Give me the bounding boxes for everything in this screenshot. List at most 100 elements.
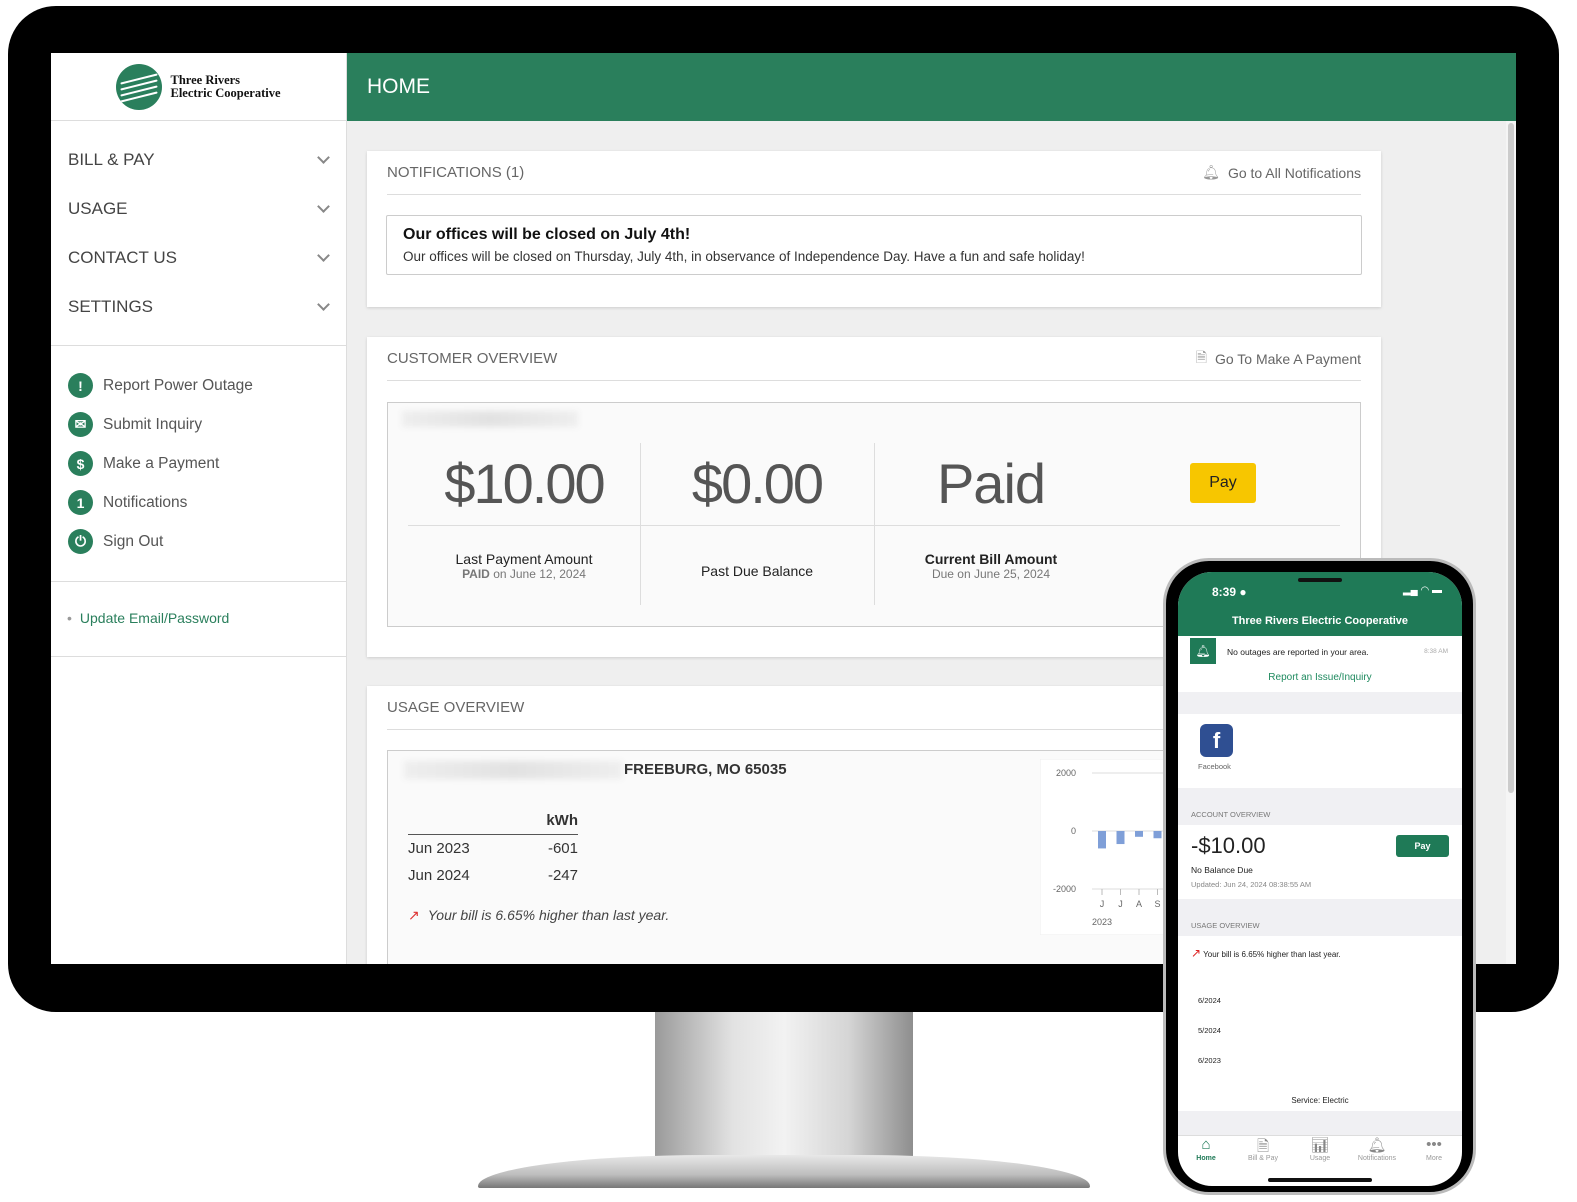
card-title: CUSTOMER OVERVIEW (387, 350, 558, 367)
logo-line2: Electric Cooperative (170, 85, 281, 100)
card-title: NOTIFICATIONS (1) (387, 164, 525, 181)
y-tick-label: 2000 (1056, 768, 1076, 778)
logo-icon (116, 63, 163, 110)
chevron-down-icon (317, 199, 330, 213)
x-tick-label: A (1136, 899, 1142, 909)
status-icons: ▂▄ ◠ ▬ (1402, 585, 1442, 596)
link-label: Make a Payment (103, 454, 220, 472)
nav-contact-us[interactable]: CONTACT US (51, 233, 346, 282)
bell-icon: 🔔︎ (1190, 638, 1216, 664)
page-title: HOME (367, 75, 430, 98)
page-header: HOME (347, 53, 1516, 121)
power-icon: ⏻ (68, 529, 93, 554)
bar (1098, 831, 1106, 849)
y-tick-label: 0 (1071, 826, 1076, 836)
last-payment: $10.00 Last Payment Amount PAID on June 12… (408, 443, 640, 603)
more-icon: ••• (1426, 1136, 1442, 1153)
nav-bill-pay[interactable]: BILL & PAY (51, 135, 346, 184)
scrollbar[interactable] (1506, 121, 1516, 964)
nav-usage[interactable]: USAGE (51, 184, 346, 233)
link-label: Sign Out (103, 532, 164, 550)
facebook-label: Facebook (1198, 762, 1231, 771)
report-outage-link[interactable]: ! Report Power Outage (51, 366, 346, 405)
notification-item[interactable]: Our offices will be closed on July 4th! O… (386, 215, 1362, 275)
link-label: Notifications (103, 493, 188, 511)
tab-more[interactable]: ••• More (1406, 1136, 1462, 1162)
service-address: FREEBURG, MO 65035 (624, 761, 787, 778)
past-due: $0.00 Past Due Balance (640, 443, 874, 603)
all-notifications-link[interactable]: 🔔︎ Go to All Notifications (1202, 164, 1361, 181)
bell-icon: 🔔︎ (1367, 1137, 1387, 1154)
envelope-icon: ✉ (68, 412, 93, 437)
outage-message: No outages are reported in your area. (1227, 647, 1369, 657)
tab-usage[interactable]: 📊︎ Usage (1292, 1136, 1348, 1162)
main-nav: BILL & PAY USAGE CONTACT US SETTINGS (51, 121, 346, 346)
logo[interactable]: Three Rivers Electric Cooperative (51, 53, 346, 121)
report-issue-link[interactable]: Report an Issue/Inquiry (1178, 672, 1462, 683)
x-tick-label: J (1100, 899, 1105, 909)
tab-home[interactable]: ⌂ Home (1178, 1136, 1234, 1162)
notification-body: Our offices will be closed on Thursday, … (403, 249, 1085, 264)
phone-screen: 8:39 ● ▂▄ ◠ ▬ Three Rivers Electric Coop… (1178, 572, 1462, 1186)
usage-message: Your bill is 6.65% higher than last year… (427, 907, 670, 923)
section-title: USAGE OVERVIEW (1191, 921, 1260, 930)
nav-label: USAGE (68, 198, 128, 218)
usage-message: Your bill is 6.65% higher than last year… (1203, 950, 1341, 959)
chevron-down-icon (317, 297, 330, 311)
trend-up-icon: ↗ (1191, 946, 1202, 960)
redacted-account (402, 411, 578, 427)
past-due-value: $0.00 (691, 452, 824, 515)
usage-chart: 2000 0 -2000 J J A S 2023 (1040, 759, 1170, 935)
monitor-base (478, 1155, 1090, 1188)
x-tick-label: S (1154, 899, 1160, 909)
app-title: Three Rivers Electric Cooperative (1231, 615, 1409, 627)
make-payment-link[interactable]: 🗎 Go To Make A Payment (1196, 347, 1361, 371)
y-tick-label: -2000 (1053, 884, 1076, 894)
sidebar: Three Rivers Electric Cooperative BILL & … (51, 53, 347, 964)
status-time: 8:39 (1212, 585, 1237, 599)
person-icon: ● (1239, 585, 1247, 599)
make-payment-link[interactable]: $ Make a Payment (51, 444, 346, 483)
update-email-password-link[interactable]: Update Email/Password (80, 610, 229, 626)
year-label: 2023 (1092, 917, 1112, 927)
link-label: Submit Inquiry (103, 415, 203, 433)
section-title: ACCOUNT OVERVIEW (1191, 810, 1271, 819)
outage-time: 8:38 AM (1424, 648, 1448, 655)
pay-button[interactable]: Pay (1396, 835, 1449, 857)
current-bill: Paid Current Bill Amount Due on June 25, 2… (874, 443, 1108, 603)
tab-bill-pay[interactable]: 🗎 Bill & Pay (1235, 1136, 1291, 1162)
monitor-stand (655, 1012, 913, 1157)
logo-line1: Three Rivers (170, 72, 241, 87)
tab-notifications[interactable]: 🔔︎ Notifications (1349, 1136, 1405, 1162)
table-row: Jun 2023 -601 (408, 840, 578, 857)
bar (1153, 831, 1162, 839)
submit-inquiry-link[interactable]: ✉ Submit Inquiry (51, 405, 346, 444)
chart-icon: 📊︎ (1310, 1137, 1330, 1154)
bell-icon: 🔔︎ (1202, 164, 1220, 180)
quick-links: ! Report Power Outage ✉ Submit Inquiry $ Ma… (51, 346, 346, 582)
link-label: Report Power Outage (103, 376, 253, 394)
bar (1116, 831, 1125, 845)
home-icon: ⌂ (1201, 1136, 1211, 1153)
count-badge-icon: 1 (68, 490, 93, 515)
usage-table: kWh Jun 2023 -601 Jun 2024 -247 (408, 807, 578, 889)
document-icon: 🗎 (1195, 348, 1207, 365)
pay-button[interactable]: Pay (1190, 463, 1256, 503)
chevron-down-icon (317, 248, 330, 262)
redacted-address (404, 761, 622, 779)
facebook-icon[interactable]: f (1200, 724, 1233, 757)
nav-settings[interactable]: SETTINGS (51, 282, 346, 331)
balance-value: -$10.00 (1191, 833, 1266, 858)
nav-label: CONTACT US (68, 247, 177, 267)
last-payment-value: $10.00 (444, 452, 605, 515)
sign-out-link[interactable]: ⏻ Sign Out (51, 522, 346, 561)
notifications-link[interactable]: 1 Notifications (51, 483, 346, 522)
tab-bar: ⌂ Home 🗎 Bill & Pay 📊︎ Usage 🔔︎ Notification… (1178, 1135, 1462, 1185)
home-indicator (1268, 1178, 1372, 1182)
current-bill-value: Paid (936, 452, 1046, 515)
chevron-down-icon (317, 150, 330, 164)
period-label: 6/2023 (1198, 1056, 1221, 1065)
period-label: 5/2024 (1198, 1026, 1221, 1035)
service-label: Service: Electric (1291, 1096, 1349, 1105)
period-label: 6/2024 (1198, 996, 1221, 1005)
